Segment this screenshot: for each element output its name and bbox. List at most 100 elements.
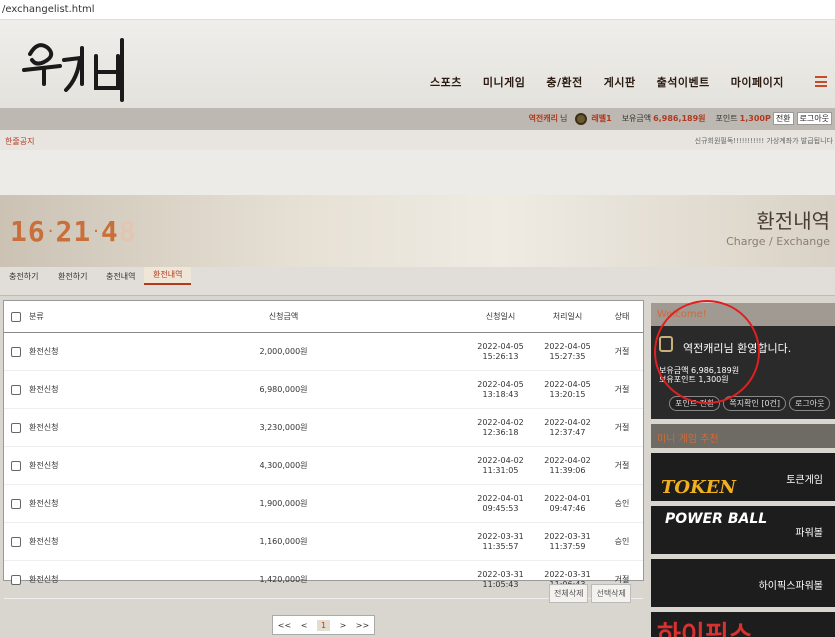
site-logo[interactable]	[20, 26, 130, 106]
table-row: 환전신청 3,230,000원 2022-04-02 12:36:18 2022-…	[4, 408, 643, 447]
row-request-date: 2022-04-02	[477, 417, 524, 427]
level-badge-icon	[659, 336, 673, 352]
address-bar[interactable]: /exchangelist.html	[0, 0, 835, 20]
powerball-logo: POWER BALL	[665, 511, 768, 527]
row-checkbox[interactable]	[11, 536, 21, 547]
row-status: 승인	[601, 522, 643, 561]
row-status: 거절	[601, 332, 643, 371]
notice-message: 신규회원필독!!!!!!!!!!! 가상계좌가 발급됩니다	[694, 137, 833, 145]
row-request-date: 2022-04-05	[477, 379, 524, 389]
row-checkbox[interactable]	[11, 460, 21, 471]
row-request-date: 2022-04-01	[477, 493, 524, 503]
game-token[interactable]: TOKEN 토큰게임	[651, 453, 835, 501]
row-process-date: 2022-04-02	[544, 417, 591, 427]
clock-separator: ·	[47, 221, 54, 242]
balance-label: 보유금액	[621, 114, 652, 123]
tab-exchange[interactable]: 환전하기	[58, 271, 87, 282]
row-status: 거절	[601, 446, 643, 485]
welcome-message: 역전캐리님 환영합니다.	[683, 342, 792, 355]
row-status: 거절	[601, 370, 643, 409]
user-name: 역전캐리	[528, 114, 559, 123]
delete-selected-button[interactable]: 선택삭제	[591, 584, 631, 603]
user-name-suffix: 님	[560, 114, 568, 123]
page-banner: 1 6 · 2 1 · 4 8 환전내역 Charge / Exchange	[0, 195, 835, 267]
page-subtitle: Charge / Exchange	[726, 235, 830, 248]
row-request-time: 11:05:43	[482, 579, 519, 589]
row-type: 환전신청	[28, 332, 100, 371]
page-first-button[interactable]: <<	[278, 621, 291, 630]
row-checkbox[interactable]	[11, 574, 21, 585]
col-request-time: 신청일시	[467, 301, 534, 333]
row-type: 환전신청	[28, 370, 100, 409]
url-text: /exchangelist.html	[2, 4, 95, 15]
page-next-button[interactable]: >	[340, 621, 347, 630]
clock-digit: 4	[100, 215, 119, 248]
hipix-logo: 하이픽스	[657, 621, 753, 637]
row-process-date: 2022-04-01	[544, 493, 591, 503]
sub-tabs: 충전하기 환전하기 충전내역 환전내역	[0, 267, 835, 296]
nav-attendance[interactable]: 출석이벤트	[657, 74, 710, 90]
nav-board[interactable]: 게시판	[604, 74, 636, 90]
row-process-date: 2022-03-31	[544, 569, 591, 579]
table-row: 환전신청 6,980,000원 2022-04-05 13:18:43 2022-…	[4, 370, 643, 409]
row-process-time: 15:27:35	[549, 351, 586, 361]
delete-all-button[interactable]: 전체삭제	[549, 584, 589, 603]
table-row: 환전신청 4,300,000원 2022-04-02 11:31:05 2022-…	[4, 446, 643, 485]
row-request-date: 2022-03-31	[477, 531, 524, 541]
clock-digit: 2	[55, 215, 74, 248]
col-amount: 신청금액	[100, 301, 467, 333]
message-check-button[interactable]: 쪽지확인 [0건]	[723, 396, 787, 411]
point-convert-button[interactable]: 포인트 전환	[669, 396, 721, 411]
nav-charge-exchange[interactable]: 충/환전	[546, 74, 582, 90]
tab-charge[interactable]: 충전하기	[9, 271, 38, 282]
page-prev-button[interactable]: <	[301, 621, 308, 630]
sidebar-logout-button[interactable]: 로그아웃	[789, 396, 831, 411]
tab-charge-history[interactable]: 충전내역	[106, 271, 135, 282]
row-process-date: 2022-03-31	[544, 531, 591, 541]
row-checkbox[interactable]	[11, 346, 21, 357]
row-process-date: 2022-04-02	[544, 455, 591, 465]
notice-bar: 한줄공지 신규회원필독!!!!!!!!!!! 가상계좌가 발급됩니다	[0, 130, 835, 150]
row-process-time: 11:39:06	[549, 465, 586, 475]
game-hipix-powerball[interactable]: 하이픽스파워볼	[651, 559, 835, 607]
clock-digit: 6	[27, 215, 46, 248]
exchange-history-table: 분류 신청금액 신청일시 처리일시 상태 환전신청 2,000,000원 202…	[3, 300, 644, 599]
pagination: << < 1 > >>	[272, 615, 375, 635]
logout-button[interactable]: 로그아웃	[796, 112, 832, 125]
row-process-time: 11:37:59	[549, 541, 586, 551]
nav-minigame[interactable]: 미니게임	[483, 74, 525, 90]
row-amount: 2,000,000원	[100, 332, 467, 371]
row-amount: 3,230,000원	[100, 408, 467, 447]
row-process-date: 2022-04-05	[544, 379, 591, 389]
row-request-date: 2022-04-02	[477, 455, 524, 465]
point-label: 포인트	[715, 114, 738, 123]
game-label: 파워볼	[795, 528, 823, 539]
digital-clock: 1 6 · 2 1 · 4 8	[10, 215, 137, 248]
nav-sports[interactable]: 스포츠	[430, 74, 462, 90]
game-hipix-banner[interactable]: 하이픽스	[651, 612, 835, 637]
background-strip	[0, 150, 835, 195]
row-checkbox[interactable]	[11, 422, 21, 433]
row-checkbox[interactable]	[11, 384, 21, 395]
nav-mypage[interactable]: 마이페이지	[731, 74, 784, 90]
row-process-time: 12:37:47	[549, 427, 586, 437]
token-logo: TOKEN	[661, 477, 736, 498]
table-row: 환전신청 1,900,000원 2022-04-01 09:45:53 2022-…	[4, 484, 643, 523]
menu-icon[interactable]	[815, 76, 827, 87]
row-amount: 4,300,000원	[100, 446, 467, 485]
col-status: 상태	[601, 301, 643, 333]
select-all-checkbox[interactable]	[11, 311, 21, 322]
clock-digit: 1	[10, 215, 28, 248]
user-level: 레벨1	[591, 114, 612, 123]
row-process-time: 13:20:15	[549, 389, 586, 399]
row-type: 환전신청	[28, 522, 100, 561]
row-request-time: 09:45:53	[482, 503, 519, 513]
row-process-time: 09:47:46	[549, 503, 586, 513]
page-current[interactable]: 1	[316, 619, 331, 631]
page-last-button[interactable]: >>	[356, 621, 369, 630]
tab-exchange-history[interactable]: 환전내역	[144, 267, 192, 285]
convert-button[interactable]: 전환	[772, 112, 794, 125]
welcome-box: 역전캐리님 환영합니다. 보유금액 6,986,189원 보유포인트 1,300…	[651, 326, 835, 419]
game-powerball[interactable]: POWER BALL 파워볼	[651, 506, 835, 554]
row-checkbox[interactable]	[11, 498, 21, 509]
